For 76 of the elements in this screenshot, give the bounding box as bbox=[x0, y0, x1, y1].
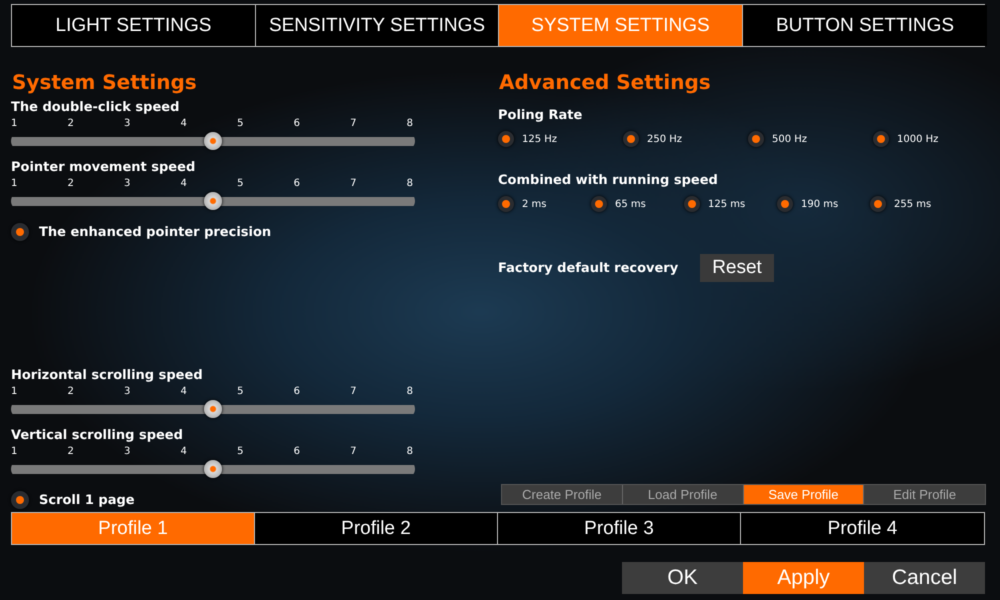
radio-button[interactable] bbox=[870, 196, 886, 212]
tick-label: 8 bbox=[406, 118, 413, 129]
tick-label: 1 bbox=[11, 446, 18, 457]
dialog-button[interactable]: Cancel bbox=[864, 562, 985, 594]
profile-tab[interactable]: Profile 3 bbox=[498, 513, 741, 544]
option-label: The enhanced pointer precision bbox=[39, 224, 272, 240]
tick-label: 3 bbox=[124, 446, 130, 457]
tick-label: 8 bbox=[406, 178, 413, 189]
slider-thumb[interactable] bbox=[204, 460, 222, 478]
settings-tab[interactable]: LIGHT SETTINGS bbox=[12, 5, 256, 46]
option-label: 500 Hz bbox=[772, 134, 808, 144]
tick-label: 4 bbox=[180, 386, 187, 397]
tick-label: 4 bbox=[180, 446, 187, 457]
setting-label: Combined with running speed bbox=[498, 173, 718, 188]
settings-tab[interactable]: BUTTON SETTINGS bbox=[743, 5, 987, 46]
tick-label: 7 bbox=[350, 118, 356, 129]
option-label: 2 ms bbox=[522, 198, 546, 210]
option-label: 125 ms bbox=[708, 198, 746, 210]
tick-label: 1 bbox=[11, 178, 18, 189]
option-label: 65 ms bbox=[615, 198, 646, 210]
tick-label: 5 bbox=[237, 118, 244, 129]
tick-label: 8 bbox=[406, 386, 413, 397]
tick-label: 2 bbox=[68, 446, 74, 457]
tick-label: 5 bbox=[237, 446, 244, 457]
radio-button[interactable] bbox=[498, 196, 514, 212]
profile-tab[interactable]: Profile 2 bbox=[255, 513, 498, 544]
slider-thumb[interactable] bbox=[204, 400, 222, 418]
section-title: System Settings bbox=[12, 70, 197, 94]
tick-label: 8 bbox=[406, 446, 413, 457]
radio-button[interactable] bbox=[777, 196, 793, 212]
radio-button[interactable] bbox=[498, 131, 514, 147]
setting-label: Factory default recovery bbox=[498, 260, 678, 276]
slider-label: Vertical scrolling speed bbox=[11, 428, 183, 443]
tick-label: 3 bbox=[124, 178, 130, 189]
tick-label: 5 bbox=[237, 178, 244, 189]
radio-button[interactable] bbox=[684, 196, 700, 212]
radio-button[interactable] bbox=[11, 223, 29, 241]
tick-label: 7 bbox=[350, 178, 356, 189]
radio-button[interactable] bbox=[11, 491, 29, 509]
tick-label: 6 bbox=[294, 386, 300, 397]
tick-label: 2 bbox=[68, 386, 74, 397]
radio-button[interactable] bbox=[748, 131, 764, 147]
option-label: Scroll 1 page bbox=[39, 492, 135, 508]
tick-label: 1 bbox=[11, 118, 18, 129]
option-label: 250 Hz bbox=[647, 134, 682, 144]
option-label: 1000 Hz bbox=[897, 134, 938, 144]
tick-label: 6 bbox=[294, 178, 300, 189]
tick-label: 6 bbox=[294, 118, 300, 129]
section-title: Advanced Settings bbox=[499, 70, 711, 94]
tick-label: 3 bbox=[124, 118, 130, 129]
tick-label: 1 bbox=[11, 386, 18, 397]
option-label: 125 Hz bbox=[522, 134, 558, 144]
radio-button[interactable] bbox=[873, 131, 889, 147]
setting-label: Poling Rate bbox=[498, 108, 582, 123]
settings-tab[interactable]: SENSITIVITY SETTINGS bbox=[256, 5, 499, 46]
radio-button[interactable] bbox=[623, 131, 639, 147]
tick-label: 7 bbox=[350, 446, 356, 457]
radio-button[interactable] bbox=[591, 196, 607, 212]
tick-label: 4 bbox=[180, 178, 187, 189]
tick-label: 3 bbox=[124, 386, 130, 397]
slider-label: The double-click speed bbox=[11, 100, 180, 115]
reset-button[interactable]: Reset bbox=[700, 254, 774, 282]
slider-label: Pointer movement speed bbox=[11, 160, 196, 175]
tick-label: 4 bbox=[180, 118, 187, 129]
option-label: 255 ms bbox=[894, 198, 932, 210]
tick-label: 2 bbox=[68, 178, 74, 189]
slider-label: Horizontal scrolling speed bbox=[11, 368, 203, 383]
dialog-button[interactable]: OK bbox=[622, 562, 743, 594]
option-label: 190 ms bbox=[801, 198, 838, 210]
slider-thumb[interactable] bbox=[204, 132, 222, 150]
slider-thumb[interactable] bbox=[204, 192, 222, 210]
tick-label: 7 bbox=[350, 386, 356, 397]
tick-label: 2 bbox=[68, 118, 74, 129]
tick-label: 6 bbox=[294, 446, 300, 457]
tick-label: 5 bbox=[237, 386, 244, 397]
profile-tab[interactable]: Profile 4 bbox=[741, 513, 984, 544]
